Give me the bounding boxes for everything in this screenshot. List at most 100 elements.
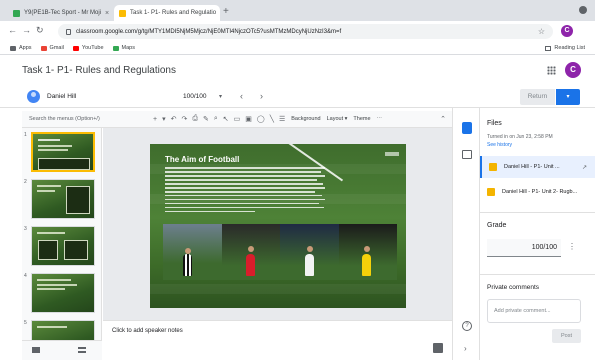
slide-number: 3 <box>24 226 27 232</box>
reload-icon[interactable]: ↻ <box>36 25 44 36</box>
paint-format-icon[interactable]: ✎ <box>203 115 209 123</box>
files-icon[interactable] <box>462 122 472 134</box>
line-icon[interactable]: ╲ <box>270 115 274 123</box>
student-avatar-icon <box>27 90 40 103</box>
slide-thumbnail-3[interactable] <box>31 226 95 266</box>
select-cursor-icon[interactable]: ↖ <box>223 115 229 123</box>
current-slide[interactable]: The Aim of Football <box>150 144 406 308</box>
private-comment-input[interactable]: Add private comment... <box>487 299 581 323</box>
bookmark-star-icon[interactable]: ☆ <box>538 27 545 36</box>
return-button[interactable]: Return <box>520 89 555 105</box>
classroom-header: Task 1- P1- Rules and Regulations C <box>0 56 595 86</box>
redo-icon[interactable]: ↷ <box>181 115 187 123</box>
thumb-image <box>66 186 90 214</box>
grade-input[interactable]: 100/100 <box>487 239 561 257</box>
new-tab-button[interactable]: + <box>223 6 229 17</box>
bookmark-gmail[interactable]: Gmail <box>40 45 64 51</box>
previous-student-chevron-icon[interactable]: ‹ <box>240 91 243 101</box>
student-selector-bar: Daniel Hill 100/100 ▾ ‹ › Return ▾ <box>0 86 595 108</box>
thumb-text <box>37 185 61 187</box>
tab-close-icon[interactable]: × <box>216 10 220 17</box>
text-box-icon[interactable]: ▭ <box>234 115 241 123</box>
next-student-chevron-icon[interactable]: › <box>260 91 263 101</box>
private-comments-heading: Private comments <box>487 284 540 291</box>
player-head <box>247 246 254 252</box>
player-photo-strip[interactable] <box>163 224 397 280</box>
collapse-toolbar-chevron-icon[interactable]: ⌃ <box>440 115 446 123</box>
undo-icon[interactable]: ↶ <box>171 115 177 123</box>
grade-more-icon[interactable]: ⋮ <box>568 242 576 251</box>
google-apps-icon[interactable] <box>547 66 556 75</box>
player-figure <box>245 254 255 276</box>
slide-title[interactable]: The Aim of Football <box>165 155 239 164</box>
thumb-text <box>38 149 68 151</box>
bookmark-maps[interactable]: Maps <box>112 45 135 51</box>
file-item[interactable]: Daniel Hill - P1- Unit ... ↗ <box>480 156 595 178</box>
chevron-down-icon[interactable]: ▾ <box>162 115 166 123</box>
student-score[interactable]: 100/100 <box>183 93 207 100</box>
slide-thumbnail-1[interactable] <box>31 132 95 172</box>
browser-tab-1[interactable]: Y9(PE1B-Tec Sport - Mr Moji × <box>8 5 114 21</box>
speaker-notes-area[interactable]: Click to add speaker notes <box>103 320 452 360</box>
lock-icon <box>66 28 71 35</box>
speaker-notes-placeholder[interactable]: Click to add speaker notes <box>112 328 183 334</box>
comment-add-icon[interactable]: ☰ <box>279 115 285 123</box>
back-arrow-icon[interactable]: ← <box>8 25 17 35</box>
bookmark-apps[interactable]: Apps <box>10 45 32 51</box>
theme-menu[interactable]: Theme <box>353 116 370 122</box>
forward-arrow-icon[interactable]: → <box>22 25 31 35</box>
slide-body-text[interactable] <box>165 167 325 215</box>
chevron-right-icon[interactable]: › <box>464 344 467 353</box>
chevron-down-icon[interactable]: ▾ <box>219 93 222 100</box>
thumb-text <box>37 288 65 290</box>
player-figure <box>305 254 314 276</box>
slide-filmstrip: 1 2 3 4 5 <box>22 128 102 340</box>
background-menu[interactable]: Background <box>291 116 320 122</box>
slide-number: 1 <box>24 132 27 138</box>
address-bar[interactable]: classroom.google.com/g/tg/MTY1MDI5NjM5Mj… <box>58 24 553 39</box>
file-name: Daniel Hill - P1- Unit 2- Rugb... <box>502 189 578 195</box>
explore-icon[interactable] <box>433 343 443 353</box>
classroom-favicon-icon <box>13 9 20 17</box>
browser-tab-bar: Y9(PE1B-Tec Sport - Mr Moji × Task 1- P1… <box>0 0 595 21</box>
bookmark-label: YouTube <box>81 45 104 51</box>
reading-list-button[interactable]: Reading List <box>545 45 585 51</box>
tab-close-icon[interactable]: × <box>101 10 109 17</box>
comment-icon[interactable] <box>462 150 472 159</box>
browser-profile-avatar[interactable]: C <box>561 25 573 37</box>
grid-view-icon[interactable] <box>32 347 40 353</box>
list-view-icon[interactable] <box>78 347 86 353</box>
post-button[interactable]: Post <box>552 329 581 343</box>
open-in-new-icon[interactable]: ↗ <box>582 164 587 171</box>
thumb-image-row <box>38 158 90 170</box>
slide-number: 5 <box>24 320 27 326</box>
image-icon[interactable]: ▣ <box>245 115 252 123</box>
slide-thumbnail-4[interactable] <box>31 273 95 313</box>
slide-thumbnail-5[interactable] <box>31 320 95 340</box>
classroom-favicon-icon <box>119 9 126 17</box>
file-item[interactable]: Daniel Hill - P1- Unit 2- Rugb... <box>480 181 595 203</box>
new-slide-plus-icon[interactable]: + <box>153 116 157 123</box>
student-name[interactable]: Daniel Hill <box>47 93 76 100</box>
browser-tab-2-active[interactable]: Task 1- P1- Rules and Regulatio × <box>114 5 220 21</box>
browser-settings-icon[interactable] <box>579 6 587 14</box>
slides-toolbar: Search the menus (Option+/) + ▾ ↶ ↷ ⎙ ✎ … <box>22 111 452 128</box>
thumb-text <box>37 326 67 328</box>
layout-menu[interactable]: Layout ▾ <box>327 116 348 122</box>
slide-thumbnail-2[interactable] <box>31 179 95 219</box>
player-photo-2 <box>221 224 280 280</box>
thumb-image <box>64 240 88 260</box>
more-options-icon[interactable]: ⋯ <box>377 116 383 122</box>
account-avatar[interactable]: C <box>565 62 581 78</box>
return-dropdown-button[interactable]: ▾ <box>556 89 580 105</box>
search-menus-input[interactable]: Search the menus (Option+/) <box>26 113 148 126</box>
bookmark-youtube[interactable]: YouTube <box>72 45 104 51</box>
zoom-icon[interactable]: ⌕ <box>214 115 218 123</box>
thumb-text <box>37 190 55 192</box>
print-icon[interactable]: ⎙ <box>192 115 198 123</box>
help-icon[interactable]: ? <box>462 321 472 331</box>
body-text-line <box>165 167 325 169</box>
see-history-link[interactable]: See history <box>487 142 512 148</box>
shape-icon[interactable]: ◯ <box>257 115 265 123</box>
player-head <box>307 246 313 252</box>
